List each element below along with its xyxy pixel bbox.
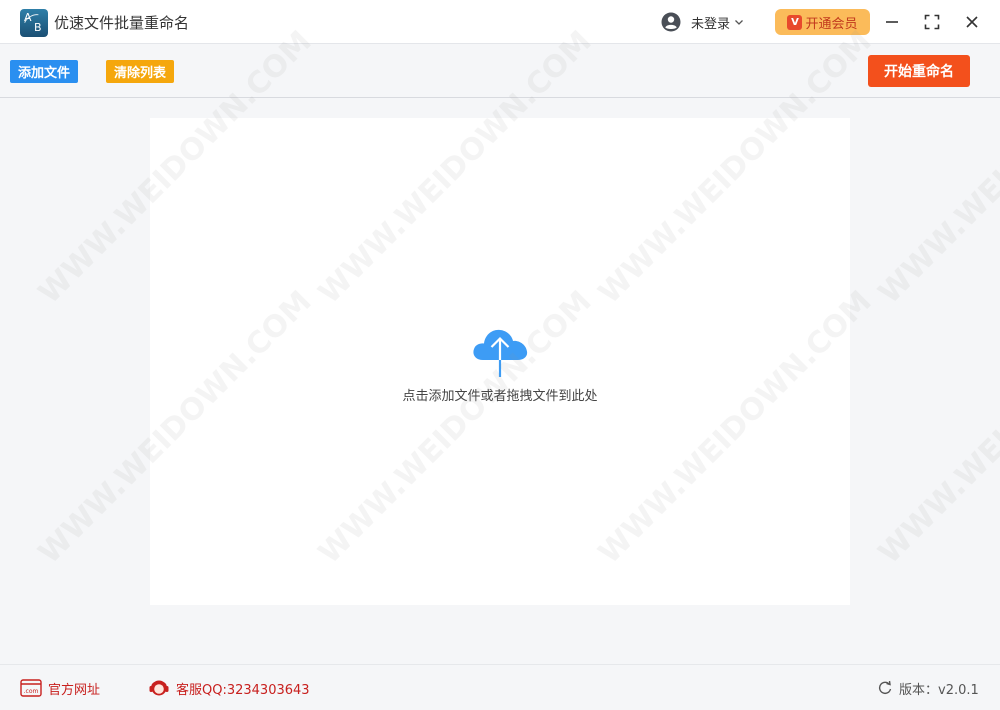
customer-service-label: 客服QQ:3234303643 xyxy=(176,682,310,698)
refresh-icon xyxy=(878,680,892,695)
maximize-button[interactable] xyxy=(920,10,944,34)
maximize-icon xyxy=(924,14,940,30)
clear-list-button[interactable]: 清除列表 xyxy=(106,60,175,83)
minimize-button[interactable] xyxy=(880,10,904,34)
website-icon-text: .com xyxy=(24,688,39,695)
website-icon: .com xyxy=(20,679,42,697)
app-title: 优速文件批量重命名 xyxy=(54,14,190,32)
title-bar: A B 优速文件批量重命名 未登录 V 开通会员 xyxy=(0,0,1000,44)
version-label: 版本：v2.0.1 xyxy=(899,682,979,698)
official-website-label: 官方网址 xyxy=(48,682,101,698)
user-icon xyxy=(661,12,681,32)
close-icon xyxy=(966,16,978,28)
open-vip-button[interactable]: V 开通会员 xyxy=(775,9,870,35)
close-button[interactable] xyxy=(960,10,984,34)
status-footer: .com 官方网址 客服QQ:3234303643 版本：v2.0.1 xyxy=(0,664,1000,710)
login-status-label: 未登录 xyxy=(691,16,731,32)
logo-letter-a: A xyxy=(24,11,32,24)
add-files-button[interactable]: 添加文件 xyxy=(10,60,79,83)
app-logo: A B xyxy=(20,9,48,37)
file-drop-zone[interactable]: 点击添加文件或者拖拽文件到此处 xyxy=(150,118,850,605)
logo-letter-b: B xyxy=(34,21,42,34)
vip-icon: V xyxy=(787,14,803,30)
drop-hint-text: 点击添加文件或者拖拽文件到此处 xyxy=(402,389,598,404)
minimize-icon xyxy=(886,21,898,23)
version-info: 版本：v2.0.1 xyxy=(877,678,979,698)
chevron-down-icon xyxy=(735,20,743,25)
customer-service-icon xyxy=(149,680,169,696)
official-website-link[interactable]: .com 官方网址 xyxy=(20,678,100,698)
cloud-upload-icon xyxy=(473,329,528,377)
vip-label: 开通会员 xyxy=(805,16,858,32)
toolbar: 添加文件 清除列表 开始重命名 xyxy=(0,45,1000,98)
start-rename-button[interactable]: 开始重命名 xyxy=(868,55,970,87)
customer-service-link[interactable]: 客服QQ:3234303643 xyxy=(148,678,310,698)
watermark-text: WWW.WEIDOWN.COM xyxy=(871,284,1000,571)
login-menu[interactable]: 未登录 xyxy=(661,10,744,34)
